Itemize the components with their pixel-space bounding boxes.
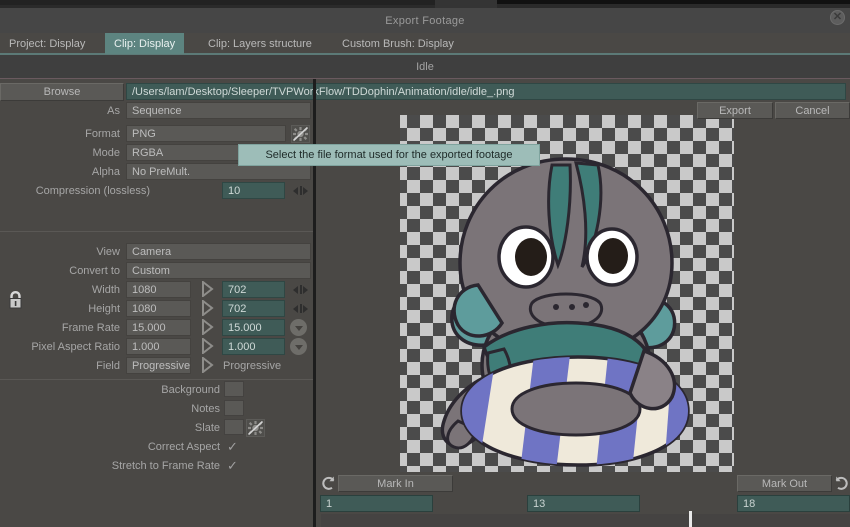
tab-custom-brush-display[interactable]: Custom Brush: Display — [333, 33, 463, 55]
width-target-input[interactable]: 702 — [222, 281, 285, 298]
tab-clip-layers-structure[interactable]: Clip: Layers structure — [199, 33, 321, 55]
stretch-to-frame-rate-label: Stretch to Frame Rate — [111, 460, 220, 472]
convert-to-select[interactable]: Custom — [126, 262, 311, 279]
correct-aspect-checkbox[interactable]: ✓ — [227, 440, 241, 454]
frame-rate-label: Frame Rate — [61, 322, 120, 334]
field-link-arrow-icon — [200, 357, 214, 373]
width-spinner[interactable] — [292, 283, 309, 296]
host-strip-right — [497, 0, 850, 4]
convert-to-label: Convert to — [69, 265, 120, 277]
background-checkbox[interactable] — [224, 381, 244, 397]
preview-right-margin — [734, 115, 850, 472]
mark-out-button[interactable]: Mark Out — [737, 475, 832, 492]
width-source-value: 1080 — [126, 281, 191, 298]
mark-in-button[interactable]: Mark In — [338, 475, 453, 492]
compression-spinner[interactable] — [292, 184, 309, 197]
pixel-aspect-dropdown-icon[interactable] — [290, 338, 307, 355]
frame-rate-dropdown-icon[interactable] — [290, 319, 307, 336]
clip-name: Idle — [416, 61, 434, 73]
tab-project-display[interactable]: Project: Display — [0, 33, 94, 55]
as-label: As — [107, 105, 120, 117]
height-target-input[interactable]: 702 — [222, 300, 285, 317]
format-select[interactable]: PNG — [126, 125, 286, 142]
pixel-aspect-ratio-label: Pixel Aspect Ratio — [31, 341, 120, 353]
timeline-track[interactable] — [321, 514, 850, 527]
section-divider-1 — [0, 231, 313, 232]
tab-bar: Project: Display Clip: Display Clip: Lay… — [0, 33, 850, 55]
compression-input[interactable]: 10 — [222, 182, 285, 199]
clip-name-bar: Idle — [0, 55, 850, 79]
alpha-label: Alpha — [91, 166, 120, 178]
notes-label: Notes — [191, 403, 220, 415]
page-title: Export Footage — [385, 14, 465, 27]
slate-checkbox[interactable] — [224, 419, 244, 435]
current-frame-input[interactable]: 13 — [527, 495, 640, 512]
playhead-marker[interactable] — [689, 511, 692, 527]
mark-in-value-input[interactable]: 1 — [320, 495, 433, 512]
correct-aspect-label: Correct Aspect — [147, 441, 220, 453]
loop-out-icon[interactable] — [833, 475, 850, 492]
format-label: Format — [85, 128, 120, 140]
pixel-aspect-source-value: 1.000 — [126, 338, 191, 355]
as-select[interactable]: Sequence — [126, 102, 311, 119]
notes-checkbox[interactable] — [224, 400, 244, 416]
dialog-title-bar: Export Footage — [0, 8, 850, 33]
gear-disabled-icon[interactable] — [291, 125, 310, 143]
frame-rate-link-arrow-icon — [200, 319, 214, 335]
export-footage-dialog: Export Footage ✕ Project: Display Clip: … — [0, 0, 850, 527]
view-label: View — [96, 246, 120, 258]
width-label: Width — [91, 284, 120, 296]
tooltip-text: Select the file format used for the expo… — [265, 149, 513, 161]
background-label: Background — [161, 384, 220, 396]
slate-gear-disabled-icon[interactable] — [246, 419, 265, 437]
stretch-to-frame-rate-checkbox[interactable]: ✓ — [227, 459, 241, 473]
view-select[interactable]: Camera — [126, 243, 311, 260]
close-icon[interactable]: ✕ — [830, 10, 845, 25]
host-strip-left — [0, 0, 435, 5]
height-label: Height — [88, 303, 120, 315]
export-button[interactable]: Export — [697, 102, 773, 119]
pixel-aspect-target-input[interactable]: 1.000 — [222, 338, 285, 355]
dolphin-character-artwork — [400, 115, 734, 472]
pixel-aspect-link-arrow-icon — [200, 338, 214, 354]
output-path-input[interactable]: /Users/lam/Desktop/Sleeper/TVPWorkFlow/T… — [126, 83, 846, 100]
format-tooltip: Select the file format used for the expo… — [238, 144, 540, 166]
height-spinner[interactable] — [292, 302, 309, 315]
loop-in-icon[interactable] — [320, 475, 337, 492]
section-divider-2 — [0, 379, 313, 380]
mode-label: Mode — [92, 147, 120, 159]
field-source-value: Progressive — [126, 357, 191, 374]
height-source-value: 1080 — [126, 300, 191, 317]
cancel-button[interactable]: Cancel — [775, 102, 850, 119]
compression-label: Compression (lossless) — [35, 185, 150, 197]
height-link-arrow-icon — [200, 300, 214, 316]
mark-out-value-input[interactable]: 18 — [737, 495, 850, 512]
field-label: Field — [96, 360, 120, 372]
host-strip-middle — [435, 0, 497, 8]
host-app-top-strip — [0, 0, 850, 8]
field-target-select[interactable]: Progressive — [218, 357, 311, 374]
preview-left-margin — [316, 115, 400, 472]
frame-rate-target-input[interactable]: 15.000 — [222, 319, 285, 336]
tab-clip-display[interactable]: Clip: Display — [105, 33, 185, 54]
frame-rate-source-value: 15.000 — [126, 319, 191, 336]
width-link-arrow-icon — [200, 281, 214, 297]
slate-label: Slate — [194, 422, 220, 434]
browse-button[interactable]: Browse — [0, 83, 124, 101]
